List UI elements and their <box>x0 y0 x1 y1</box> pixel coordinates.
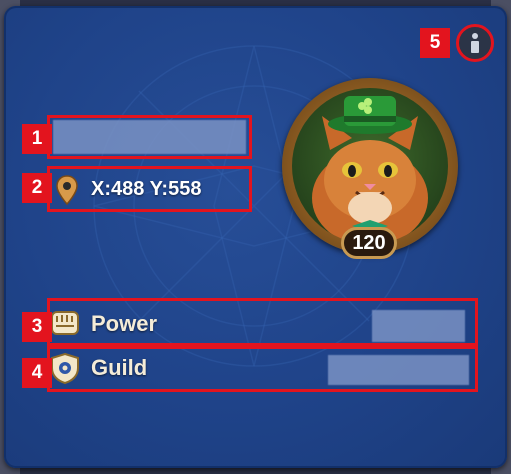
power-value-blurred <box>372 310 465 342</box>
guild-shield-icon <box>51 352 79 384</box>
power-label: Power <box>91 311 158 336</box>
info-icon <box>471 33 479 53</box>
info-button[interactable] <box>456 24 494 62</box>
level-badge: 120 <box>341 227 397 259</box>
guild-label: Guild <box>91 355 148 380</box>
annotation-5: 5 <box>420 28 450 58</box>
annotation-3: 3 <box>22 312 52 342</box>
player-profile-panel <box>4 6 507 468</box>
annotation-4: 4 <box>22 358 52 388</box>
annotation-2: 2 <box>22 173 52 203</box>
cat-portrait-image <box>312 96 428 244</box>
map-pin-icon <box>56 175 78 205</box>
guild-value-blurred <box>328 355 469 385</box>
panel-background-pattern <box>93 45 415 367</box>
fist-icon <box>51 311 79 335</box>
annotation-1: 1 <box>22 124 52 154</box>
coordinates-text: X:488 Y:558 <box>91 178 202 200</box>
player-name-blurred <box>53 120 246 154</box>
